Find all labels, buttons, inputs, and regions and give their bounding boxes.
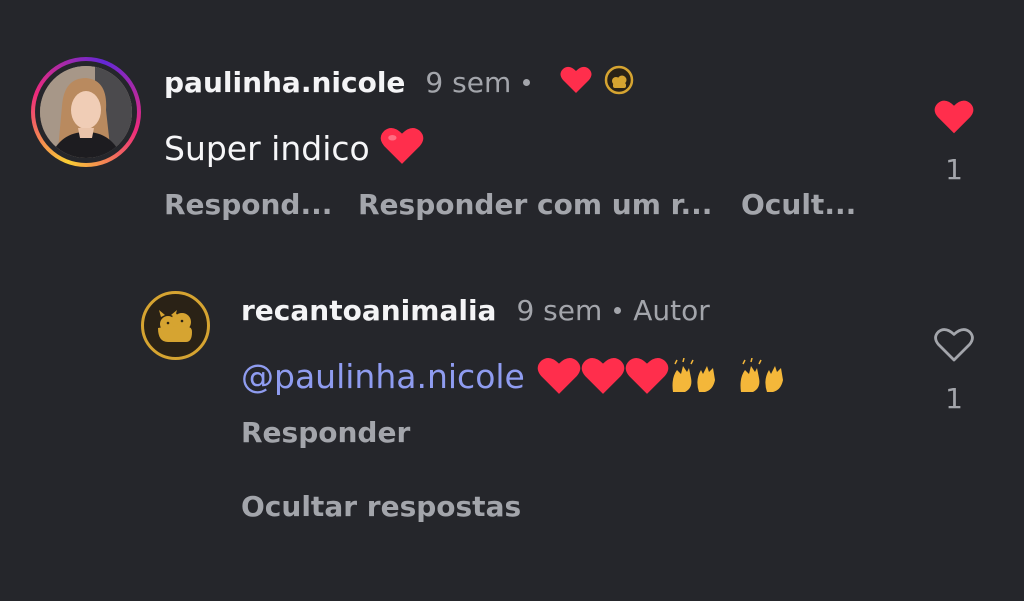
comment-text: Super indico bbox=[164, 128, 370, 168]
author-avatar-mini-icon bbox=[604, 65, 634, 99]
reply-like-button[interactable] bbox=[934, 327, 974, 367]
avatar-photo bbox=[40, 66, 132, 158]
comment-username[interactable]: paulinha.nicole bbox=[164, 66, 405, 99]
reply-time: 9 sem bbox=[516, 293, 603, 327]
raising-hands-emoji-icon bbox=[740, 358, 783, 392]
separator-dot bbox=[523, 78, 531, 86]
heart-filled-icon bbox=[934, 100, 974, 134]
reply-body: @paulinha.nicole bbox=[241, 353, 805, 399]
raising-hands-emoji-icon bbox=[672, 358, 715, 392]
brand-logo-icon bbox=[158, 310, 192, 342]
avatar-paulinha[interactable] bbox=[31, 57, 141, 167]
reply-with-reel-button[interactable]: Responder com um r... bbox=[358, 188, 712, 221]
separator-dot bbox=[614, 306, 622, 314]
author-liked-heart-icon bbox=[560, 66, 592, 98]
mention-link[interactable]: @paulinha.nicole bbox=[241, 357, 525, 396]
reply-like-count: 1 bbox=[945, 382, 963, 415]
comment-body: Super indico bbox=[164, 124, 424, 172]
comment-like-button[interactable] bbox=[934, 99, 974, 139]
red-heart-emoji-icon bbox=[380, 126, 424, 170]
comment-like-count: 1 bbox=[945, 153, 963, 186]
reply-username[interactable]: recantoanimalia bbox=[241, 294, 496, 327]
red-heart-emoji-icon bbox=[625, 358, 669, 394]
red-heart-emoji-icon bbox=[537, 358, 581, 394]
reply-reply-button[interactable]: Responder bbox=[241, 416, 410, 449]
hide-replies-button[interactable]: Ocultar respostas bbox=[241, 490, 521, 523]
comment-header: paulinha.nicole 9 sem bbox=[164, 62, 634, 102]
red-heart-emoji-icon bbox=[581, 358, 625, 394]
comments-screen: paulinha.nicole 9 sem Super indico Respo… bbox=[0, 0, 1024, 601]
avatar-recantoanimalia[interactable] bbox=[141, 291, 210, 360]
hide-button[interactable]: Ocult... bbox=[741, 188, 856, 221]
reply-header: recantoanimalia 9 sem Autor bbox=[241, 290, 710, 330]
reply-button[interactable]: Respond... bbox=[164, 188, 332, 221]
author-badge: Autor bbox=[633, 293, 710, 327]
heart-outline-icon bbox=[934, 328, 974, 362]
comment-time: 9 sem bbox=[425, 65, 512, 99]
